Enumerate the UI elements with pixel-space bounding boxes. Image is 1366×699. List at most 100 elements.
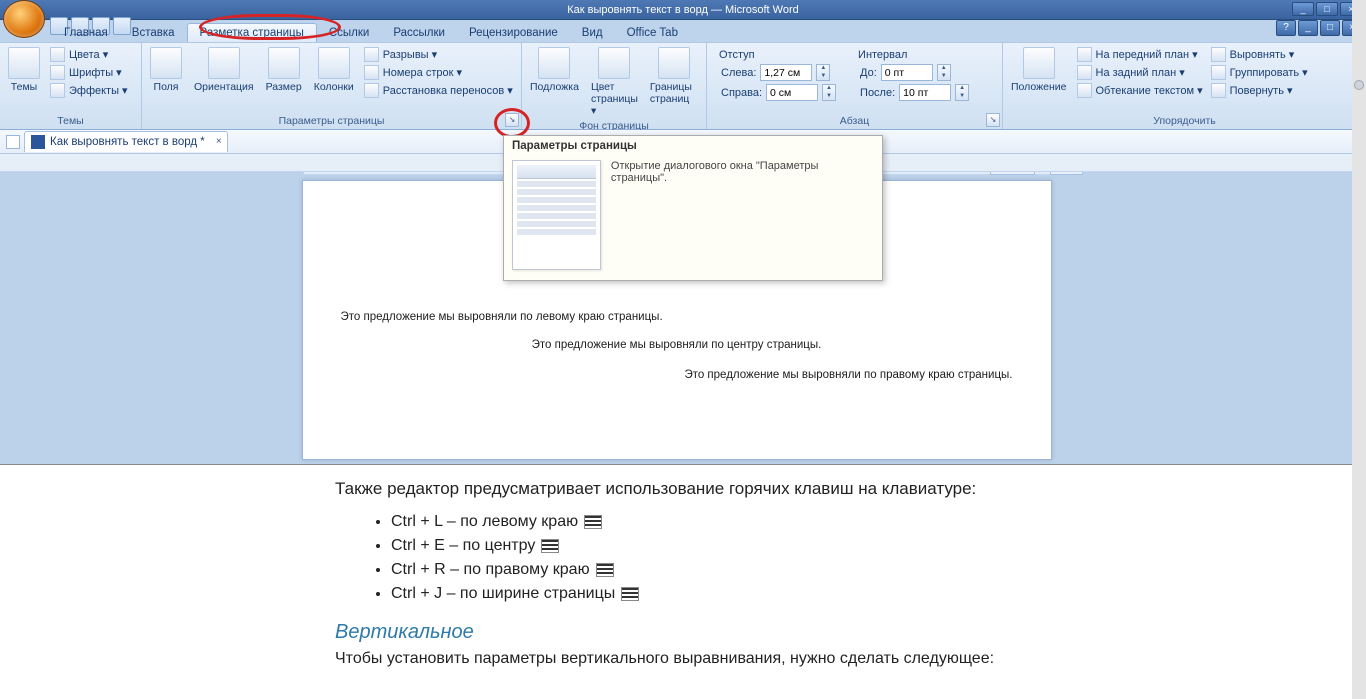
- orientation-icon: [208, 47, 240, 79]
- group-page-background: Подложка Цвет страницы ▾ Границы страниц…: [522, 43, 707, 129]
- group-icon: [1211, 65, 1226, 80]
- window-title: Как выровнять текст в ворд — Microsoft W…: [567, 4, 799, 16]
- margins-label: Поля: [154, 81, 179, 93]
- spacing-before-input[interactable]: [881, 64, 933, 81]
- back-label: На задний план ▾: [1096, 66, 1185, 79]
- tab-mailings[interactable]: Рассылки: [381, 24, 457, 42]
- office-button[interactable]: [3, 0, 45, 38]
- list-item-text: Ctrl + L – по левому краю: [391, 513, 578, 530]
- position-button[interactable]: Положение: [1007, 45, 1071, 95]
- win-max-button[interactable]: □: [1316, 2, 1338, 16]
- indent-right-field[interactable]: Справа: ▲▼: [717, 83, 836, 102]
- colors-button[interactable]: Цвета ▾: [48, 46, 130, 63]
- spacing-before-label: До:: [860, 67, 877, 79]
- rotate-button[interactable]: Повернуть ▾: [1209, 82, 1310, 99]
- ruler-mark: 1: [312, 172, 316, 174]
- editing-panel-label: Реда: [1050, 172, 1083, 175]
- tab-references[interactable]: Ссылки: [317, 24, 382, 42]
- page-setup-launcher[interactable]: ↘: [505, 113, 519, 127]
- fonts-button[interactable]: Шрифты ▾: [48, 64, 130, 81]
- indent-right-input[interactable]: [766, 84, 818, 101]
- send-back-button[interactable]: На задний план ▾: [1075, 64, 1205, 81]
- align-icon: [1211, 47, 1226, 62]
- columns-icon: [318, 47, 350, 79]
- spacing-before-field[interactable]: До: ▲▼: [856, 63, 969, 82]
- tab-view[interactable]: Вид: [570, 24, 615, 42]
- document-tab-close[interactable]: ×: [216, 136, 222, 147]
- tab-review[interactable]: Рецензирование: [457, 24, 570, 42]
- orientation-label: Ориентация: [194, 81, 254, 93]
- group-button[interactable]: Группировать ▾: [1209, 64, 1310, 81]
- hyphenation-button[interactable]: Расстановка переносов ▾: [362, 82, 515, 99]
- wrap-label: Обтекание текстом ▾: [1096, 84, 1203, 97]
- spacing-after-input[interactable]: [899, 84, 951, 101]
- spacing-after-field[interactable]: После: ▲▼: [856, 83, 969, 102]
- tab-home[interactable]: Главная: [52, 24, 120, 42]
- bring-front-button[interactable]: На передний план ▾: [1075, 46, 1205, 63]
- indent-right-spinner[interactable]: ▲▼: [822, 84, 836, 101]
- doc-line-left: Это предложение мы выровняли по левому к…: [341, 311, 663, 323]
- spacing-after-label: После:: [860, 87, 895, 99]
- line-numbers-button[interactable]: Номера строк ▾: [362, 64, 515, 81]
- indent-left-input[interactable]: [760, 64, 812, 81]
- text-wrap-button[interactable]: Обтекание текстом ▾: [1075, 82, 1205, 99]
- linenum-icon: [364, 65, 379, 80]
- front-icon: [1077, 47, 1092, 62]
- themes-label: Темы: [11, 81, 37, 93]
- hyphen-label: Расстановка переносов ▾: [383, 84, 513, 97]
- page-scrollbar-sliver[interactable]: [1352, 0, 1366, 699]
- group-arrange-label: Упорядочить: [1007, 114, 1362, 129]
- palette-icon: [50, 47, 65, 62]
- rotate-label: Повернуть ▾: [1230, 84, 1293, 97]
- group-arrange: Положение На передний план ▾ На задний п…: [1003, 43, 1366, 129]
- styles-dropdown[interactable]: стили ▾: [990, 172, 1034, 175]
- page-borders-button[interactable]: Границы страниц: [646, 45, 702, 107]
- tab-officetab[interactable]: Office Tab: [615, 24, 690, 42]
- hyphen-icon: [364, 83, 379, 98]
- pagecolor-icon: [598, 47, 630, 79]
- align-left-icon: [584, 515, 602, 529]
- list-item: Ctrl + L – по левому краю: [391, 513, 1366, 531]
- indent-heading: Отступ: [717, 48, 836, 62]
- group-themes: Темы Цвета ▾ Шрифты ▾ Эффекты ▾ Темы: [0, 43, 142, 129]
- size-label: Размер: [266, 81, 302, 93]
- effects-button[interactable]: Эффекты ▾: [48, 82, 130, 99]
- tab-insert[interactable]: Вставка: [120, 24, 187, 42]
- document-tab[interactable]: Как выровнять текст в ворд * ×: [24, 131, 228, 152]
- word-doc-icon: [31, 135, 45, 149]
- watermark-button[interactable]: Подложка: [526, 45, 583, 95]
- tooltip-text: Открытие диалогового окна "Параметры стр…: [611, 160, 874, 270]
- article-lead: Также редактор предусматривает использов…: [335, 479, 1366, 499]
- tab-page-layout[interactable]: Разметка страницы: [187, 23, 317, 42]
- scroll-handle-icon[interactable]: [1354, 80, 1364, 90]
- align-justify-icon: [621, 587, 639, 601]
- list-item-text: Ctrl + R – по правому краю: [391, 561, 590, 578]
- fonts-label: Шрифты ▾: [69, 66, 122, 79]
- align-center-icon: [541, 539, 559, 553]
- align-button[interactable]: Выровнять ▾: [1209, 46, 1310, 63]
- margins-button[interactable]: Поля: [146, 45, 186, 95]
- titlebar: Как выровнять текст в ворд — Microsoft W…: [0, 0, 1366, 20]
- position-icon: [1023, 47, 1055, 79]
- ribbon: Темы Цвета ▾ Шрифты ▾ Эффекты ▾ Темы Пол…: [0, 42, 1366, 130]
- align-right-icon: [596, 563, 614, 577]
- page-color-button[interactable]: Цвет страницы ▾: [587, 45, 642, 119]
- paragraph-launcher[interactable]: ↘: [986, 113, 1000, 127]
- columns-label: Колонки: [314, 81, 354, 93]
- effects-label: Эффекты ▾: [69, 84, 128, 97]
- orientation-button[interactable]: Ориентация: [190, 45, 258, 95]
- themes-button[interactable]: Темы: [4, 45, 44, 95]
- group-page-setup-label: Параметры страницы: [146, 114, 517, 129]
- indent-left-field[interactable]: Слева: ▲▼: [717, 63, 836, 82]
- breaks-button[interactable]: Разрывы ▾: [362, 46, 515, 63]
- columns-button[interactable]: Колонки: [310, 45, 358, 95]
- win-min-button[interactable]: _: [1292, 2, 1314, 16]
- indent-left-spinner[interactable]: ▲▼: [816, 64, 830, 81]
- doctabs-new-icon[interactable]: [6, 135, 20, 149]
- margins-icon: [150, 47, 182, 79]
- spacing-after-spinner[interactable]: ▲▼: [955, 84, 969, 101]
- list-item: Ctrl + E – по центру: [391, 537, 1366, 555]
- article-body: Также редактор предусматривает использов…: [0, 465, 1366, 699]
- size-button[interactable]: Размер: [262, 45, 306, 95]
- group-label-txt: Группировать ▾: [1230, 66, 1308, 79]
